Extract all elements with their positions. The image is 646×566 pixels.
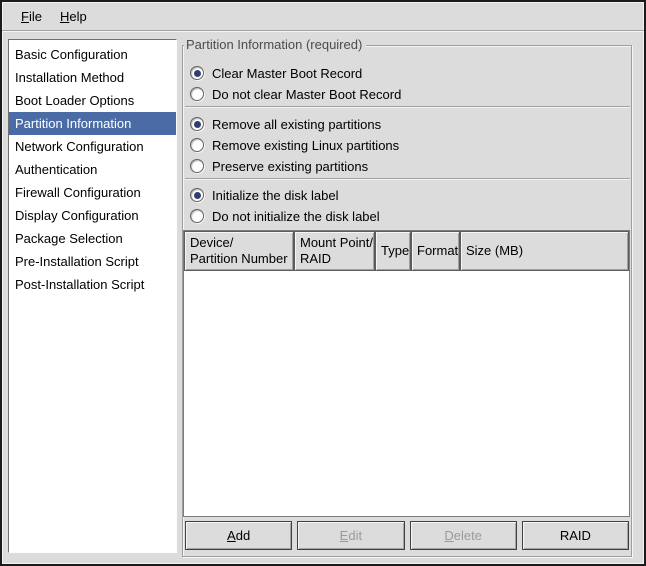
column-header-format[interactable]: Format	[411, 231, 460, 271]
separator	[185, 106, 630, 108]
sidebar-item-pre-installation-script[interactable]: Pre-Installation Script	[9, 250, 176, 273]
sidebar-item-network-configuration[interactable]: Network Configuration	[9, 135, 176, 158]
column-header-device[interactable]: Device/ Partition Number	[184, 231, 294, 271]
sidebar-item-firewall-configuration[interactable]: Firewall Configuration	[9, 181, 176, 204]
partition-information-group: Partition Information (required) Clear M…	[182, 45, 632, 557]
partition-table-header: Device/ Partition Number Mount Point/ RA…	[184, 231, 629, 271]
radio-icon	[190, 117, 204, 131]
partition-actions: Add Edit Delete RAID	[185, 521, 629, 550]
sidebar-item-installation-method[interactable]: Installation Method	[9, 66, 176, 89]
kickstart-configurator-window: File Help Basic Configuration Installati…	[0, 0, 646, 566]
radio-do-not-initialize-disk-label[interactable]: Do not initialize the disk label	[190, 207, 380, 225]
sidebar-item-display-configuration[interactable]: Display Configuration	[9, 204, 176, 227]
menu-item-file[interactable]: File	[12, 7, 51, 26]
radio-initialize-disk-label[interactable]: Initialize the disk label	[190, 186, 338, 204]
column-header-mount-point[interactable]: Mount Point/ RAID	[294, 231, 375, 271]
delete-button: Delete	[410, 521, 517, 550]
radio-remove-linux-partitions[interactable]: Remove existing Linux partitions	[190, 136, 399, 154]
radio-icon	[190, 138, 204, 152]
menubar-separator	[2, 30, 644, 32]
sidebar-item-partition-information[interactable]: Partition Information	[9, 112, 176, 135]
sidebar-item-authentication[interactable]: Authentication	[9, 158, 176, 181]
sidebar-item-post-installation-script[interactable]: Post-Installation Script	[9, 273, 176, 296]
menu-item-help[interactable]: Help	[51, 7, 96, 26]
column-header-type[interactable]: Type	[375, 231, 411, 271]
column-header-size[interactable]: Size (MB)	[460, 231, 629, 271]
sidebar-item-package-selection[interactable]: Package Selection	[9, 227, 176, 250]
radio-remove-all-partitions[interactable]: Remove all existing partitions	[190, 115, 381, 133]
sidebar-item-basic-configuration[interactable]: Basic Configuration	[9, 43, 176, 66]
radio-icon	[190, 159, 204, 173]
radio-do-not-clear-mbr[interactable]: Do not clear Master Boot Record	[190, 85, 401, 103]
raid-button[interactable]: RAID	[522, 521, 629, 550]
group-title: Partition Information (required)	[184, 37, 366, 52]
add-button[interactable]: Add	[185, 521, 292, 550]
partition-table: Device/ Partition Number Mount Point/ RA…	[183, 230, 630, 517]
separator	[185, 178, 630, 180]
radio-icon	[190, 209, 204, 223]
radio-icon	[190, 87, 204, 101]
radio-clear-mbr[interactable]: Clear Master Boot Record	[190, 64, 362, 82]
edit-button: Edit	[297, 521, 404, 550]
radio-icon	[190, 188, 204, 202]
section-list: Basic Configuration Installation Method …	[8, 39, 177, 553]
radio-preserve-partitions[interactable]: Preserve existing partitions	[190, 157, 368, 175]
partition-table-body[interactable]	[184, 271, 629, 516]
sidebar-item-boot-loader-options[interactable]: Boot Loader Options	[9, 89, 176, 112]
radio-icon	[190, 66, 204, 80]
menu-bar: File Help	[4, 3, 642, 30]
